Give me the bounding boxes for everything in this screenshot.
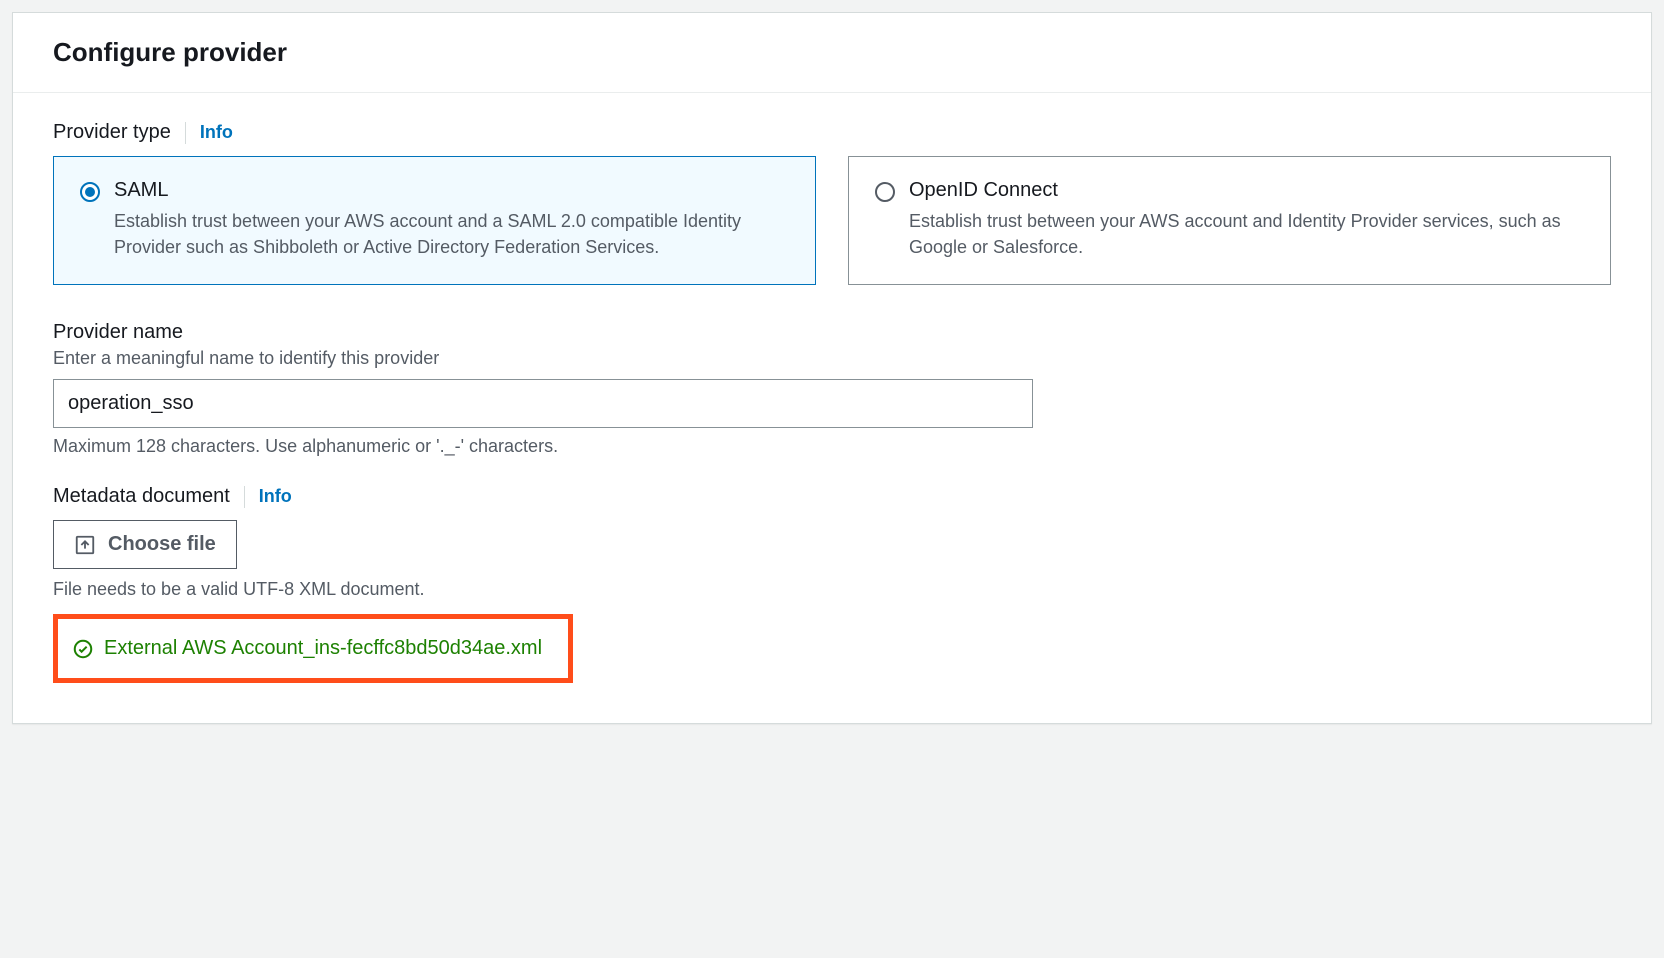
page-title: Configure provider [53, 37, 1611, 68]
tile-title-saml: SAML [114, 179, 789, 202]
tile-text: SAML Establish trust between your AWS ac… [114, 179, 789, 260]
choose-file-label: Choose file [108, 533, 216, 556]
metadata-document-info-link[interactable]: Info [259, 486, 292, 507]
provider-name-constraint: Maximum 128 characters. Use alphanumeric… [53, 436, 1611, 457]
uploaded-file-status: External AWS Account_ins-fecffc8bd50d34a… [53, 614, 573, 683]
radio-openid[interactable] [875, 182, 895, 202]
provider-type-label: Provider type [53, 121, 171, 144]
provider-type-tiles: SAML Establish trust between your AWS ac… [53, 156, 1611, 285]
metadata-document-label-row: Metadata document Info [53, 485, 1611, 508]
panel-header: Configure provider [13, 13, 1651, 93]
metadata-document-label: Metadata document [53, 485, 230, 508]
provider-type-info-link[interactable]: Info [200, 122, 233, 143]
tile-desc-saml: Establish trust between your AWS account… [114, 208, 789, 260]
radio-saml[interactable] [80, 182, 100, 202]
uploaded-file-name: External AWS Account_ins-fecffc8bd50d34a… [104, 637, 542, 660]
provider-type-tile-saml[interactable]: SAML Establish trust between your AWS ac… [53, 156, 816, 285]
check-circle-icon [72, 638, 94, 660]
tile-text: OpenID Connect Establish trust between y… [909, 179, 1584, 260]
provider-type-tile-openid[interactable]: OpenID Connect Establish trust between y… [848, 156, 1611, 285]
upload-icon [74, 534, 96, 556]
label-divider [244, 486, 245, 508]
configure-provider-panel: Configure provider Provider type Info SA… [12, 12, 1652, 724]
tile-title-openid: OpenID Connect [909, 179, 1584, 202]
provider-name-hint: Enter a meaningful name to identify this… [53, 348, 1611, 369]
tile-desc-openid: Establish trust between your AWS account… [909, 208, 1584, 260]
panel-body: Provider type Info SAML Establish trust … [13, 93, 1651, 723]
metadata-file-note: File needs to be a valid UTF-8 XML docum… [53, 579, 1611, 600]
label-divider [185, 122, 186, 144]
provider-name-label: Provider name [53, 321, 1611, 344]
choose-file-button[interactable]: Choose file [53, 520, 237, 569]
provider-type-label-row: Provider type Info [53, 121, 1611, 144]
provider-name-input[interactable] [53, 379, 1033, 428]
